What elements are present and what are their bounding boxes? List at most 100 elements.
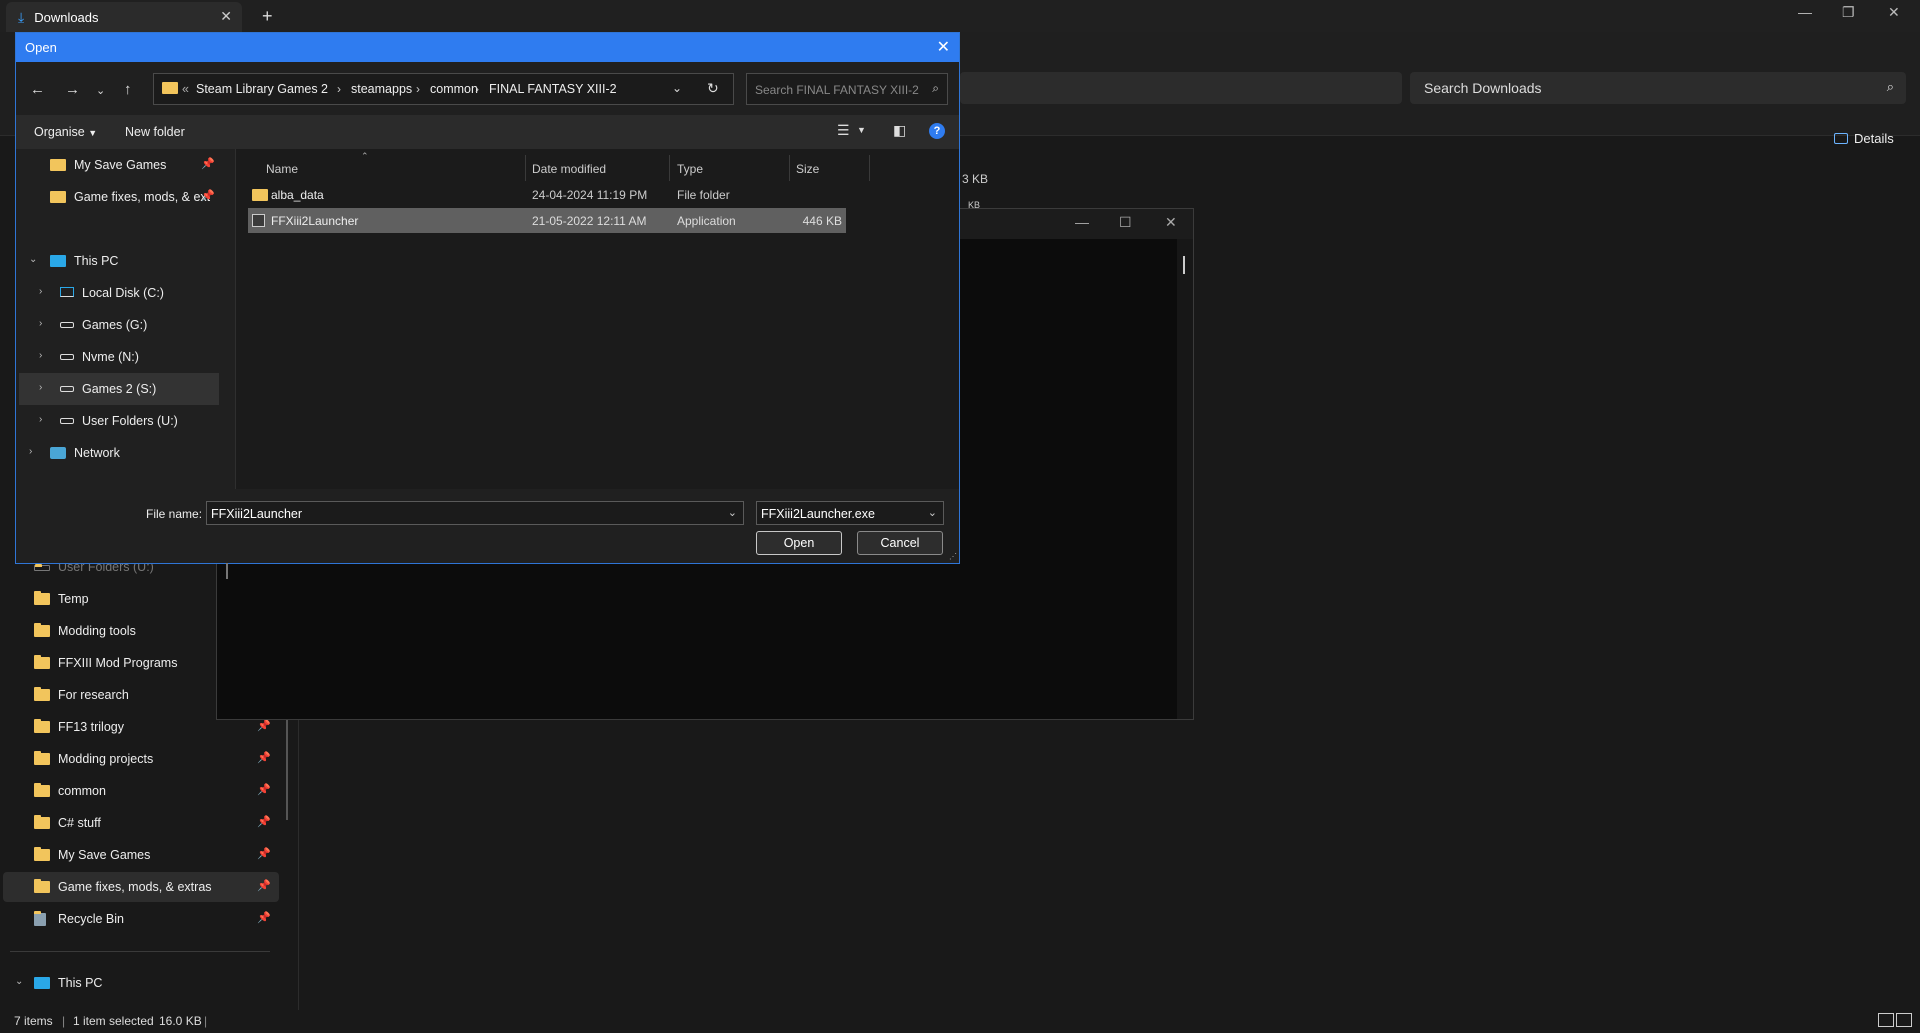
chevron-right-icon[interactable]: ›	[39, 318, 42, 329]
sidebar-item-label: This PC	[58, 976, 103, 990]
sidebar-item-label: Modding projects	[58, 752, 154, 766]
nav-item-this-pc[interactable]: ⌄ This PC	[19, 245, 219, 277]
sidebar-item-label: My Save Games	[58, 848, 151, 862]
chevron-down-icon[interactable]: ⌄	[928, 506, 937, 519]
sidebar-item[interactable]: C# stuff 📌	[3, 808, 279, 838]
folder-icon	[34, 783, 50, 797]
nav-item-user-folders-u[interactable]: › User Folders (U:)	[19, 405, 219, 437]
up-arrow-icon[interactable]: ↑	[124, 81, 132, 98]
view-toggle[interactable]	[1876, 1013, 1912, 1030]
chevron-right-icon[interactable]: ›	[337, 82, 341, 96]
column-separator[interactable]	[789, 155, 790, 181]
organise-label: Organise	[34, 125, 85, 139]
nav-item-games-2-s[interactable]: › Games 2 (S:)	[19, 373, 219, 405]
sidebar-item[interactable]: common 📌	[3, 776, 279, 806]
nav-item-network[interactable]: › Network	[19, 437, 219, 469]
minimize-icon[interactable]: —	[1798, 4, 1812, 20]
folder-icon	[34, 815, 50, 829]
chevron-right-icon[interactable]: ›	[39, 350, 42, 361]
cancel-button[interactable]: Cancel	[857, 531, 943, 555]
help-icon[interactable]: ?	[929, 123, 945, 139]
column-separator[interactable]	[869, 155, 870, 181]
recent-locations-icon[interactable]: ⌄	[96, 84, 105, 97]
search-downloads-input[interactable]: Search Downloads ⌕	[1410, 72, 1906, 104]
nav-item-games-g[interactable]: › Games (G:)	[19, 309, 219, 341]
breadcrumb-overflow-icon[interactable]: «	[182, 82, 189, 96]
search-folder-input[interactable]: Search FINAL FANTASY XIII-2 ⌕	[746, 73, 948, 105]
chevron-down-icon[interactable]: ⌄	[29, 254, 37, 265]
tab-close-icon[interactable]: ✕	[220, 8, 232, 25]
close-icon[interactable]: ✕	[937, 37, 950, 57]
maximize-icon[interactable]: ☐	[1119, 214, 1132, 231]
command-bar: Organise ▼ New folder ☰ ▼ ◧ ?	[16, 115, 959, 149]
preview-pane-icon[interactable]: ◧	[893, 122, 906, 139]
sidebar-item-label: Game fixes, mods, & extras	[58, 880, 212, 894]
breadcrumb-item[interactable]: FINAL FANTASY XIII-2	[489, 82, 617, 96]
console-scrollbar[interactable]	[1177, 239, 1193, 719]
chevron-right-icon[interactable]: ›	[416, 82, 420, 96]
breadcrumb[interactable]: « Steam Library Games 2 › steamapps › co…	[153, 73, 734, 105]
sidebar-scrollbar[interactable]	[286, 720, 288, 820]
sidebar-item-label: Temp	[58, 592, 89, 606]
column-separator[interactable]	[525, 155, 526, 181]
column-header-size[interactable]: Size	[796, 162, 819, 176]
new-folder-button[interactable]: New folder	[125, 125, 185, 139]
chevron-down-icon[interactable]: ▼	[857, 125, 866, 135]
sidebar-item[interactable]: Recycle Bin 📌	[3, 904, 279, 934]
chevron-down-icon[interactable]: ⌄	[728, 506, 737, 519]
restore-icon[interactable]: ❐	[1842, 4, 1855, 21]
details-button[interactable]: Details	[1834, 131, 1894, 146]
large-icons-view-icon[interactable]	[1896, 1013, 1912, 1027]
column-header-type[interactable]: Type	[677, 162, 703, 176]
chevron-right-icon[interactable]: ›	[475, 82, 479, 96]
back-arrow-icon[interactable]: ←	[30, 81, 45, 98]
forward-arrow-icon[interactable]: →	[65, 81, 80, 98]
chevron-right-icon[interactable]: ›	[29, 446, 32, 457]
column-header-date[interactable]: Date modified	[532, 162, 606, 176]
folder-icon	[34, 879, 50, 893]
minimize-icon[interactable]: —	[1075, 214, 1089, 230]
dialog-titlebar: Open ✕	[16, 33, 959, 62]
nav-item-label: Games (G:)	[82, 318, 148, 332]
nav-item-local-disk-c[interactable]: › Local Disk (C:)	[19, 277, 219, 309]
address-bar[interactable]	[960, 72, 1402, 104]
details-pane-icon	[1834, 133, 1848, 144]
pin-icon: 📌	[201, 158, 215, 170]
column-header-name[interactable]: Name	[266, 162, 298, 176]
drive-icon	[60, 354, 74, 360]
breadcrumb-item[interactable]: steamapps	[351, 82, 412, 96]
close-icon[interactable]: ✕	[1888, 4, 1900, 21]
sidebar-item[interactable]: Game fixes, mods, & extras 📌	[3, 872, 279, 902]
open-button[interactable]: Open	[756, 531, 842, 555]
pin-icon: 📌	[257, 784, 271, 796]
nav-item-game-fixes[interactable]: Game fixes, mods, & ext 📌	[19, 181, 219, 213]
tab-downloads[interactable]: ⤓ Downloads ✕	[6, 2, 242, 32]
status-selected: 1 item selected	[73, 1014, 154, 1028]
sidebar-item-this-pc[interactable]: ⌄ This PC	[3, 968, 279, 998]
nav-item-nvme-n[interactable]: › Nvme (N:)	[19, 341, 219, 373]
breadcrumb-item[interactable]: Steam Library Games 2	[196, 82, 328, 96]
organise-button[interactable]: Organise ▼	[34, 125, 97, 139]
sort-ascending-icon: ⌃	[361, 151, 369, 161]
file-row[interactable]: FFXiii2Launcher 21-05-2022 12:11 AM Appl…	[248, 208, 846, 233]
tab-title: Downloads	[34, 9, 99, 25]
refresh-icon[interactable]: ↻	[707, 80, 719, 97]
breadcrumb-item[interactable]: common	[430, 82, 478, 96]
chevron-right-icon[interactable]: ›	[39, 414, 42, 425]
resize-grip-icon[interactable]: ⋰	[949, 552, 957, 561]
sidebar-item[interactable]: My Save Games 📌	[3, 840, 279, 870]
folder-icon	[34, 687, 50, 701]
file-row[interactable]: alba_data 24-04-2024 11:19 PM File folde…	[248, 182, 846, 207]
file-name-input[interactable]: FFXiii2Launcher ⌄	[206, 501, 744, 525]
details-view-icon[interactable]	[1878, 1013, 1894, 1027]
nav-item-my-save-games[interactable]: My Save Games 📌	[19, 149, 219, 181]
new-tab-button[interactable]: +	[262, 6, 273, 27]
chevron-down-icon[interactable]: ⌄	[672, 81, 682, 95]
chevron-right-icon[interactable]: ›	[39, 286, 42, 297]
close-icon[interactable]: ✕	[1165, 214, 1177, 231]
sidebar-item[interactable]: Modding projects 📌	[3, 744, 279, 774]
chevron-right-icon[interactable]: ›	[39, 382, 42, 393]
file-type-select[interactable]: FFXiii2Launcher.exe ⌄	[756, 501, 944, 525]
view-options-icon[interactable]: ☰	[837, 122, 850, 139]
column-separator[interactable]	[669, 155, 670, 181]
